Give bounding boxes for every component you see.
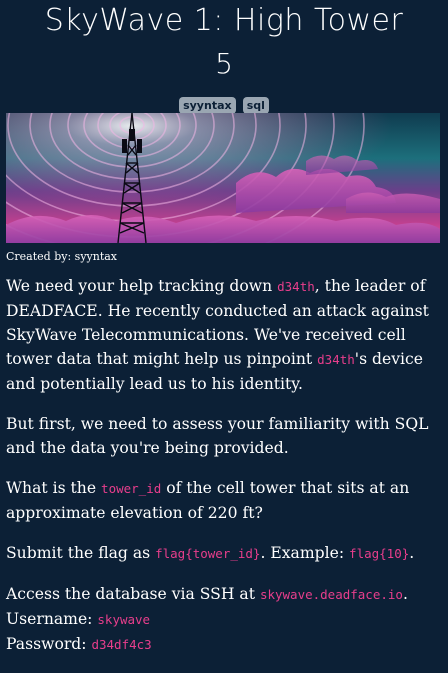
question-paragraph: What is the tower_id of the cell tower t… xyxy=(6,476,442,525)
challenge-banner-image xyxy=(6,113,440,243)
username-line: Username: skywave xyxy=(6,607,442,632)
password-line: Password: d34df4c3 xyxy=(6,632,442,657)
challenge-description: We need your help tracking down d34th, t… xyxy=(6,274,442,673)
username-label: Username: xyxy=(6,610,98,628)
text-span: . xyxy=(402,585,408,603)
inline-code-flag-format: flag{tower_id} xyxy=(155,546,261,561)
inline-code-flag-example: flag{10} xyxy=(349,546,410,561)
access-paragraph: Access the database via SSH at skywave.d… xyxy=(6,582,442,657)
ssh-host: skywave.deadface.io xyxy=(259,587,403,602)
tag-list: syyntax sql xyxy=(0,94,448,114)
text-span: . xyxy=(409,544,415,562)
text-span: Access the database via SSH at xyxy=(6,585,260,603)
description-paragraph-2: But first, we need to assess your famili… xyxy=(6,415,429,457)
inline-code-d34th: d34th xyxy=(277,279,315,294)
text-span: Submit the flag as xyxy=(6,544,156,562)
text-span: What is the xyxy=(6,479,102,497)
tag-sql: sql xyxy=(242,97,269,114)
text-span: . Example: xyxy=(260,544,350,562)
ssh-host-line: Access the database via SSH at skywave.d… xyxy=(6,582,442,607)
cell-tower-illustration xyxy=(6,113,440,243)
username-value: skywave xyxy=(97,612,151,627)
description-paragraph-1: We need your help tracking down d34th, t… xyxy=(6,274,442,396)
challenge-title: SkyWave 1: High Tower xyxy=(44,3,404,38)
challenge-points: 5 xyxy=(215,47,233,80)
challenge-header: SkyWave 1: High Tower 5 syyntax sql xyxy=(0,0,448,114)
password-label: Password: xyxy=(6,635,92,653)
inline-code-d34th: d34th xyxy=(317,352,355,367)
text-span: We need your help tracking down xyxy=(6,277,278,295)
password-value: d34df4c3 xyxy=(91,637,152,652)
inline-code-tower-id: tower_id xyxy=(101,481,162,496)
flag-format-paragraph: Submit the flag as flag{tower_id}. Examp… xyxy=(6,541,442,566)
tag-syyntax: syyntax xyxy=(179,97,236,114)
created-by-caption: Created by: syyntax xyxy=(6,250,118,263)
